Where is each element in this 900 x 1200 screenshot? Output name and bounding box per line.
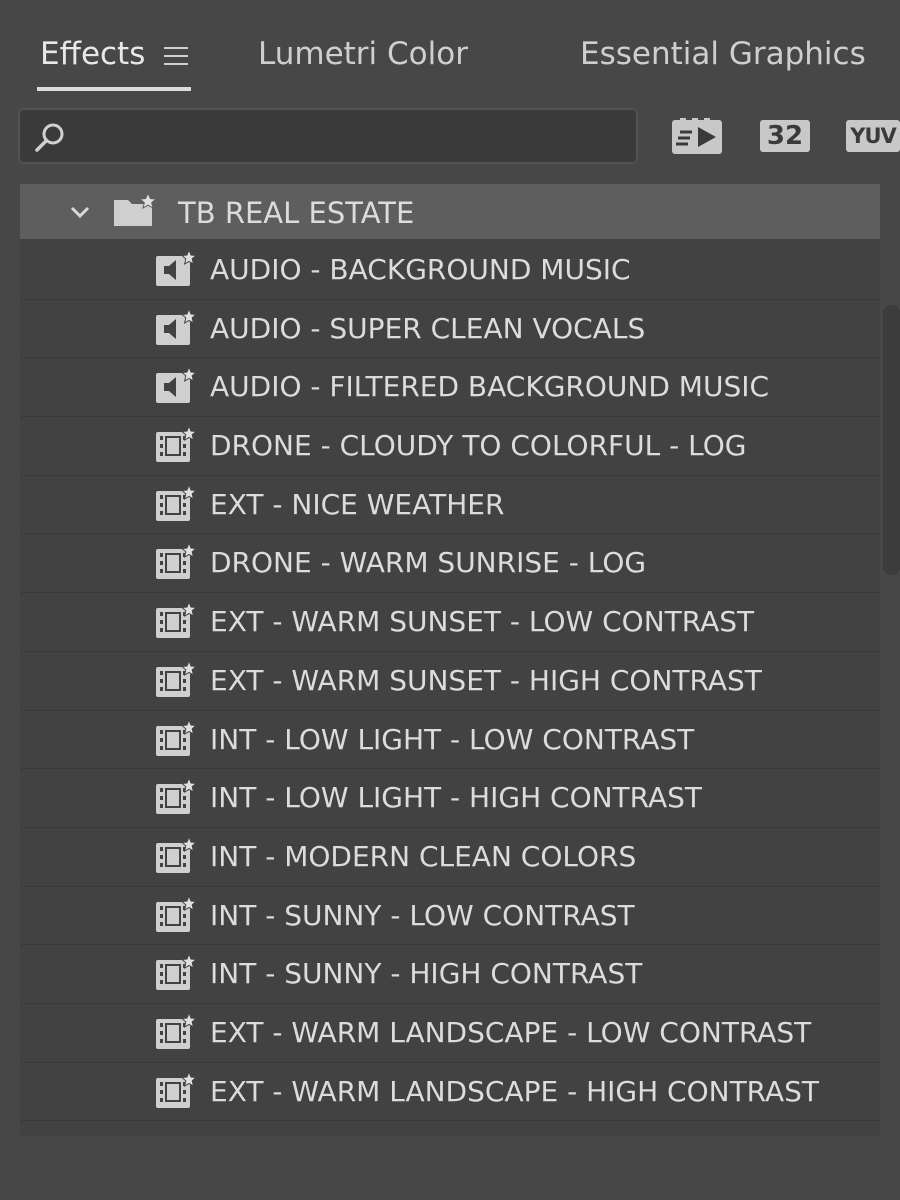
preset-item[interactable]: INT - LOW LIGHT - HIGH CONTRAST <box>20 769 880 828</box>
audio-preset-icon <box>156 366 198 404</box>
preset-label: INT - SUNNY - LOW CONTRAST <box>210 898 635 932</box>
preset-list: AUDIO - BACKGROUND MUSIC AUDIO - SUPER CL… <box>20 241 880 1122</box>
preset-item[interactable]: AUDIO - BACKGROUND MUSIC <box>20 241 880 300</box>
preset-label: AUDIO - SUPER CLEAN VOCALS <box>210 311 646 345</box>
tab-lumetri-color[interactable]: Lumetri Color <box>258 36 468 72</box>
panel-menu-icon[interactable] <box>164 47 188 67</box>
32-bit-badge: 32 <box>760 120 810 152</box>
effects-tree: TB REAL ESTATE AUDIO - BACKGROUND MUSIC A… <box>20 184 880 1136</box>
video-preset-icon <box>156 1070 198 1108</box>
video-preset-icon <box>156 718 198 756</box>
preset-label: INT - MODERN CLEAN COLORS <box>210 839 637 873</box>
preset-item[interactable]: INT - SUNNY - HIGH CONTRAST <box>20 945 880 1004</box>
search-input[interactable] <box>80 118 624 156</box>
folder-tb-real-estate[interactable]: TB REAL ESTATE <box>20 184 880 239</box>
preset-label: AUDIO - BACKGROUND MUSIC <box>210 253 631 286</box>
video-preset-icon <box>156 600 198 639</box>
preset-label: INT - SUNNY - HIGH CONTRAST <box>210 957 643 991</box>
preset-item[interactable]: INT - MODERN CLEAN COLORS <box>20 828 880 887</box>
yuv-effects-button[interactable]: YUV <box>846 116 900 156</box>
preset-label: EXT - WARM SUNSET - LOW CONTRAST <box>210 605 755 639</box>
preset-label: DRONE - CLOUDY TO COLORFUL - LOG <box>210 429 747 463</box>
active-tab-indicator <box>37 87 191 91</box>
preset-label: EXT - WARM SUNSET - HIGH CONTRAST <box>210 663 762 697</box>
preset-label: EXT - WARM LANDSCAPE - HIGH CONTRAST <box>210 1074 820 1108</box>
folder-label: TB REAL ESTATE <box>178 196 415 230</box>
search-icon <box>35 123 64 152</box>
chevron-down-icon[interactable] <box>68 200 92 224</box>
panel-tabs: Effects Lumetri Color Essential Graphics <box>0 0 900 100</box>
preset-item[interactable]: DRONE - CLOUDY TO COLORFUL - LOG <box>20 417 880 476</box>
tab-effects[interactable]: Effects <box>40 36 145 72</box>
video-preset-icon <box>156 952 198 991</box>
accelerated-effects-button[interactable] <box>672 116 724 156</box>
yuv-badge: YUV <box>846 120 900 152</box>
video-preset-icon <box>156 424 198 463</box>
video-preset-icon <box>156 483 198 521</box>
preset-label: DRONE - WARM SUNRISE - LOG <box>210 546 647 580</box>
video-preset-icon <box>156 835 198 873</box>
preset-item[interactable]: EXT - NICE WEATHER <box>20 476 880 535</box>
video-preset-icon <box>156 1011 198 1049</box>
preset-item[interactable]: DRONE - WARM SUNRISE - LOG <box>20 534 880 594</box>
video-preset-icon <box>156 894 198 932</box>
preset-label: AUDIO - FILTERED BACKGROUND MUSIC <box>210 370 770 404</box>
preset-item[interactable]: AUDIO - SUPER CLEAN VOCALS <box>20 300 880 359</box>
preset-folder-icon <box>114 192 158 226</box>
preset-item[interactable]: EXT - WARM SUNSET - LOW CONTRAST <box>20 593 880 652</box>
preset-label: EXT - WARM LANDSCAPE - LOW CONTRAST <box>210 1015 812 1049</box>
video-preset-icon <box>156 542 198 580</box>
preset-label: INT - LOW LIGHT - HIGH CONTRAST <box>210 781 703 815</box>
preset-item[interactable]: INT - LOW LIGHT - LOW CONTRAST <box>20 711 880 770</box>
video-preset-icon <box>156 659 198 697</box>
preset-item[interactable]: INT - SUNNY - LOW CONTRAST <box>20 887 880 946</box>
preset-item[interactable]: EXT - WARM LANDSCAPE - HIGH CONTRAST <box>20 1063 880 1122</box>
audio-preset-icon <box>156 307 198 345</box>
effects-panel: Effects Lumetri Color Essential Graphics… <box>0 0 900 1200</box>
32-bit-color-button[interactable]: 32 <box>760 116 810 156</box>
preset-item[interactable]: EXT - WARM SUNSET - HIGH CONTRAST <box>20 652 880 711</box>
search-box[interactable] <box>18 108 638 164</box>
accelerated-effects-icon <box>672 118 722 154</box>
preset-label: INT - LOW LIGHT - LOW CONTRAST <box>210 722 695 756</box>
audio-preset-icon <box>156 248 198 286</box>
preset-label: EXT - NICE WEATHER <box>210 487 505 521</box>
scrollbar-thumb[interactable] <box>883 305 900 575</box>
video-preset-icon <box>156 776 198 815</box>
preset-item[interactable]: AUDIO - FILTERED BACKGROUND MUSIC <box>20 358 880 418</box>
preset-item[interactable]: EXT - WARM LANDSCAPE - LOW CONTRAST <box>20 1004 880 1063</box>
tab-essential-graphics[interactable]: Essential Graphics <box>580 36 866 72</box>
